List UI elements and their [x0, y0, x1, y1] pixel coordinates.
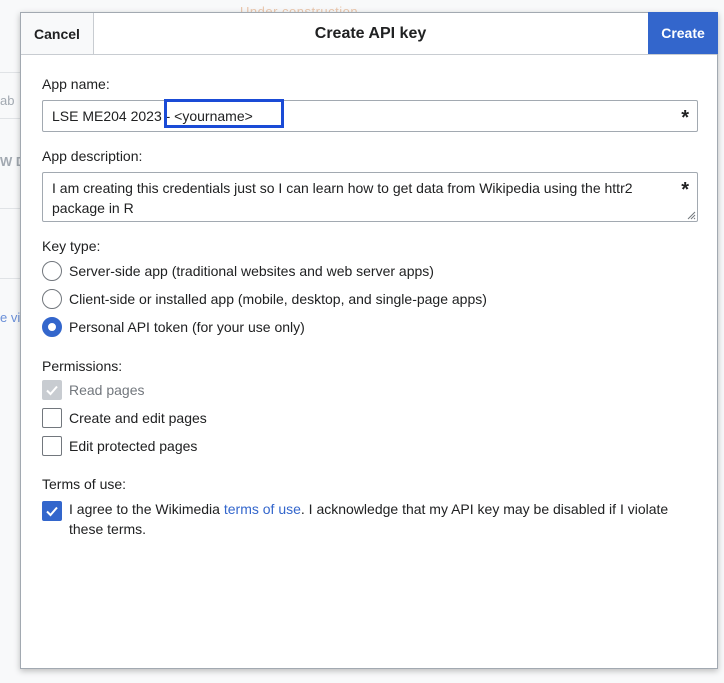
terms-agreement[interactable]: I agree to the Wikimedia terms of use. I…	[42, 499, 682, 539]
background-divider	[0, 208, 20, 209]
radio-button[interactable]	[42, 261, 62, 281]
background-link-fragment: e vie	[0, 310, 20, 325]
app-description-value: I am creating this credentials just so I…	[52, 180, 633, 216]
cancel-button[interactable]: Cancel	[21, 13, 94, 54]
key-type-option-personal-token[interactable]: Personal API token (for your use only)	[42, 316, 305, 338]
checkbox-disabled-checked	[42, 380, 62, 400]
app-name-label: App name:	[42, 76, 110, 92]
dialog-header: Cancel Create API key Create	[21, 12, 718, 55]
key-type-label: Key type:	[42, 238, 101, 254]
permission-edit-protected-pages[interactable]: Edit protected pages	[42, 435, 197, 457]
required-asterisk-icon: *	[681, 179, 689, 201]
background-divider	[0, 118, 20, 119]
app-description-textarea[interactable]: I am creating this credentials just so I…	[42, 172, 698, 222]
resize-grip-icon[interactable]	[686, 210, 696, 220]
app-name-input[interactable]: LSE ME204 2023 - <yourname> *	[42, 99, 698, 132]
required-asterisk-icon: *	[681, 107, 689, 129]
permission-read-pages: Read pages	[42, 379, 145, 401]
checkbox[interactable]	[42, 408, 62, 428]
background-divider	[0, 278, 20, 279]
dialog-title: Create API key	[314, 25, 427, 42]
app-description-label: App description:	[42, 148, 143, 164]
checkbox[interactable]	[42, 436, 62, 456]
checkmark-icon	[46, 506, 58, 517]
terms-checkbox-checked[interactable]	[42, 501, 62, 521]
key-type-option-label: Server-side app (traditional websites an…	[69, 263, 434, 279]
create-button[interactable]: Create	[648, 12, 718, 54]
background-divider	[0, 72, 20, 73]
terms-text: I agree to the Wikimedia terms of use. I…	[69, 499, 682, 539]
terms-of-use-label: Terms of use:	[42, 476, 127, 492]
permission-label: Read pages	[69, 382, 145, 398]
terms-text-before: I agree to the Wikimedia	[69, 501, 224, 517]
create-api-key-dialog: Cancel Create API key Create App name: L…	[20, 12, 718, 669]
key-type-option-server-side[interactable]: Server-side app (traditional websites an…	[42, 260, 434, 282]
radio-button-selected[interactable]	[42, 317, 62, 337]
checkmark-icon	[46, 385, 58, 396]
key-type-option-client-side[interactable]: Client-side or installed app (mobile, de…	[42, 288, 487, 310]
radio-button[interactable]	[42, 289, 62, 309]
permission-label: Edit protected pages	[69, 438, 198, 454]
yourname-highlight-box	[164, 99, 284, 128]
permission-label: Create and edit pages	[69, 410, 207, 426]
key-type-option-label: Personal API token (for your use only)	[69, 319, 305, 335]
background-text-fragment: W D	[0, 154, 20, 169]
background-text-fragment: ab	[0, 93, 15, 108]
permissions-label: Permissions:	[42, 358, 123, 374]
terms-of-use-link[interactable]: terms of use	[224, 501, 301, 517]
key-type-option-label: Client-side or installed app (mobile, de…	[69, 291, 487, 307]
permission-create-edit-pages[interactable]: Create and edit pages	[42, 407, 207, 429]
